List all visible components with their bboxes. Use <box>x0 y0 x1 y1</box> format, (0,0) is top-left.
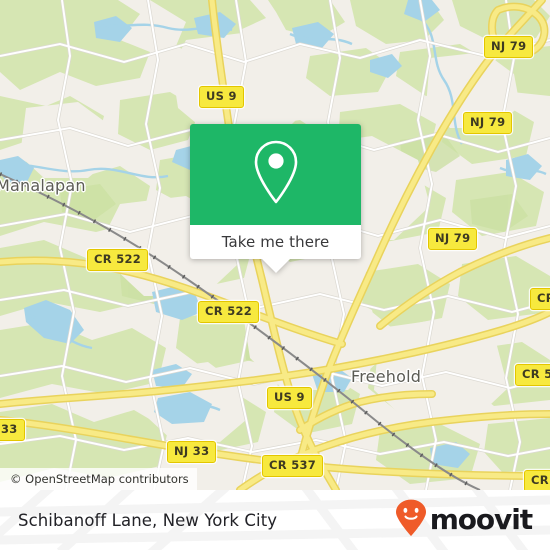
shield-us-9-bottom: US 9 <box>267 387 312 409</box>
map-attribution[interactable]: © OpenStreetMap contributors <box>0 468 197 490</box>
shield-nj-79-lower: NJ 79 <box>428 228 478 250</box>
location-title: Schibanoff Lane, New York City <box>18 510 278 530</box>
moovit-wordmark: moovit <box>429 503 533 536</box>
shield-us-9-top: US 9 <box>199 86 244 108</box>
shield-cr-537-bottom: CR 537 <box>262 455 324 477</box>
shield-nj-33-left: 33 <box>0 419 25 441</box>
moovit-smiling-pin-icon <box>395 499 427 542</box>
footer-bar: Schibanoff Lane, New York City moovit <box>0 490 550 550</box>
shield-nj-79-mid: NJ 79 <box>463 112 513 134</box>
take-me-there-label: Take me there <box>221 233 330 251</box>
popup-icon-panel <box>190 124 361 225</box>
popup-tail-pointer <box>261 259 290 273</box>
shield-cr-522-center: CR 522 <box>198 301 260 323</box>
take-me-there-popup[interactable]: Take me there <box>190 124 361 273</box>
shield-nj-79-top: NJ 79 <box>484 36 534 58</box>
shield-cr-5xx-right: CR 5 <box>530 288 550 310</box>
moovit-map-screenshot: Manalapan Freehold NJ 79 US 9 NJ 79 NJ 7… <box>0 0 550 550</box>
map-pin-icon <box>248 139 304 210</box>
popup-action-bar[interactable]: Take me there <box>190 225 361 259</box>
shield-cr-522-left: CR 522 <box>87 249 149 271</box>
shield-nj-33-bottom: NJ 33 <box>167 441 217 463</box>
moovit-brand[interactable]: moovit <box>395 499 533 542</box>
shield-cr-55-right: CR 55 <box>515 364 550 386</box>
shield-cr-5xx-corner: CR 5 <box>524 470 550 490</box>
